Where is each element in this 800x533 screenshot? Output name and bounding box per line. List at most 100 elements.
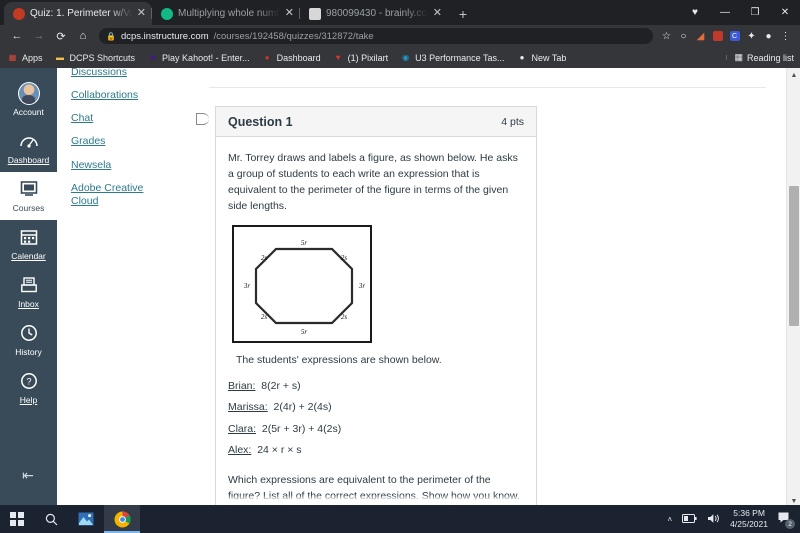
expression-row-marissa: Marissa: 2(4r) + 2(4s) [228,400,524,416]
sidebar-item-dashboard[interactable]: Dashboard [0,124,57,172]
help-question-icon: ? [18,370,40,392]
expression-row-alex: Alex: 24 × r × s [228,443,524,459]
student-name: Marissa: [228,401,268,414]
tab-close-icon[interactable]: ✕ [433,8,442,19]
browser-tab-3[interactable]: 980099430 - brainly.com ✕ [299,2,448,25]
reload-icon[interactable]: ⟳ [50,25,72,47]
sidebar-item-courses[interactable]: Courses [0,172,57,220]
windows-taskbar: ˄ 5:36 PM 4/25/2021 2 [0,505,800,533]
content-divider [209,87,766,88]
quiz-content-area: Question 1 4 pts Mr. Torrey draws and la… [187,68,800,508]
browser-tab-2[interactable]: Multiplying whole numbers by 10 ✕ [151,2,300,25]
browser-tab-1[interactable]: Quiz: 1. Perimeter w/Variables (All ✕ [4,2,152,25]
course-nav: Discussions Collaborations Chat Grades N… [57,66,187,508]
inbox-icon [18,274,40,296]
search-icon[interactable] [34,505,68,533]
closing-line-1: Which expressions are equivalent to the … [228,474,491,487]
extension-c-icon[interactable]: C [726,28,743,45]
bookmark-u3-performance-task[interactable]: ◉ U3 Performance Tas... [400,52,504,63]
sidebar-item-account[interactable]: Account [0,76,57,124]
apps-grid-icon: ▦ [8,53,17,62]
clock-time: 5:36 PM [733,508,765,519]
forward-icon[interactable]: → [28,25,50,47]
bookmark-label: (1) Pixilart [347,52,389,63]
course-nav-item-collaborations[interactable]: Collaborations [71,84,187,107]
tray-chevron-icon[interactable]: ˄ [668,515,673,524]
new-tab-button[interactable]: + [452,3,474,25]
canvas-icon: ● [264,53,270,62]
figure-label-left: 3r [243,282,251,290]
address-bar[interactable]: 🔒 dcps.instructure.com/courses/192458/qu… [99,28,653,44]
course-nav-item-adobe-creative-cloud[interactable]: Adobe Creative Cloud [71,177,145,213]
scroll-up-icon[interactable]: ▲ [787,68,800,82]
window-extra-icon[interactable]: ♥ [680,0,710,25]
tab-strip: Quiz: 1. Perimeter w/Variables (All ✕ Mu… [0,0,800,25]
chrome-window: Quiz: 1. Perimeter w/Variables (All ✕ Mu… [0,0,800,533]
chrome-app-icon[interactable] [104,505,140,533]
bookmark-dashboard[interactable]: ● Dashboard [262,52,321,63]
sidebar-item-history[interactable]: History [0,316,57,364]
battery-icon[interactable] [682,513,697,525]
extension-megaphone-icon[interactable]: ◢ [692,28,709,45]
notification-icon[interactable]: 2 [778,512,795,529]
chrome-menu-icon[interactable]: ⋮ [777,28,794,45]
reading-list-icon: ▦ [734,52,743,62]
course-nav-item-chat[interactable]: Chat [71,107,187,130]
tab-close-icon[interactable]: ✕ [285,8,294,19]
bookmark-label: New Tab [531,52,567,63]
bookmark-pixilart[interactable]: ♥ (1) Pixilart [333,52,389,63]
svg-text:?: ? [26,377,31,387]
student-expression: 2(4r) + 2(4s) [273,401,332,414]
figure-label-bottom-right: 2s [341,313,348,321]
student-expression: 24 × r × s [257,444,302,457]
home-icon[interactable]: ⌂ [72,25,94,47]
windows-start-icon[interactable] [0,505,34,533]
browser-toolbar: ← → ⟳ ⌂ 🔒 dcps.instructure.com/courses/1… [0,25,800,47]
volume-icon[interactable] [707,513,720,526]
window-minimize-button[interactable]: — [710,0,740,25]
sidebar-item-label: Courses [12,203,45,213]
sidebar-item-help[interactable]: ? Help [0,364,57,412]
course-nav-item-newsela[interactable]: Newsela [71,154,187,177]
tab-title: Quiz: 1. Perimeter w/Variables (All [30,8,132,19]
window-close-button[interactable]: ✕ [770,0,800,25]
dashboard-icon [18,130,40,152]
taskbar-clock[interactable]: 5:36 PM 4/25/2021 [730,508,768,529]
extension-book-icon[interactable] [709,28,726,45]
bookmark-apps[interactable]: ▦ Apps [7,52,43,63]
photos-app-icon[interactable] [68,505,104,533]
bookmark-star-icon[interactable]: ☆ [658,28,675,45]
collapse-nav-button[interactable]: ⇤ [14,464,42,486]
expression-row-clara: Clara: 2(5r + 3r) + 4(2s) [228,422,524,438]
scrollbar-thumb[interactable] [789,186,799,326]
profile-avatar-icon[interactable]: ● [760,28,777,45]
expression-row-brian: Brian: 8(2r + s) [228,379,524,395]
window-maximize-button[interactable]: ❐ [740,0,770,25]
reading-list-button[interactable]: ▦ Reading list [726,52,794,63]
question-container: Question 1 4 pts Mr. Torrey draws and la… [215,106,537,508]
sidebar-item-label: Account [13,107,44,117]
course-nav-item-grades[interactable]: Grades [71,130,187,153]
sidebar-item-label: Calendar [11,251,46,261]
sidebar-item-label: Inbox [18,299,39,309]
bookmark-label: Apps [22,52,43,63]
flag-question-icon[interactable] [196,113,209,125]
extensions-puzzle-icon[interactable]: ✦ [743,28,760,45]
bookmark-new-tab[interactable]: ● New Tab [517,52,567,63]
lock-icon: 🔒 [106,31,116,41]
canvas-global-nav: Account Dashboard Courses Calendar Inbox… [0,68,57,508]
figure-label-top-left: 2s [261,254,268,262]
tab-close-icon[interactable]: ✕ [137,8,146,19]
page-scrollbar[interactable]: ▲ ▼ [786,68,800,508]
back-icon[interactable]: ← [6,25,28,47]
student-name: Brian: [228,379,256,392]
course-nav-item-discussions[interactable]: Discussions [71,61,187,84]
tab-title: Multiplying whole numbers by 10 [178,8,280,19]
student-expression: 2(5r + 3r) + 4(2s) [261,422,342,435]
extension-circle-icon[interactable]: ○ [675,28,692,45]
octagon-figure: 5r 5r 3r 3r 2s 2s 2s 2s [232,224,372,343]
sidebar-item-inbox[interactable]: Inbox [0,268,57,316]
sidebar-item-label: Dashboard [7,155,50,165]
sidebar-item-calendar[interactable]: Calendar [0,220,57,268]
sidebar-item-label: History [15,347,42,357]
